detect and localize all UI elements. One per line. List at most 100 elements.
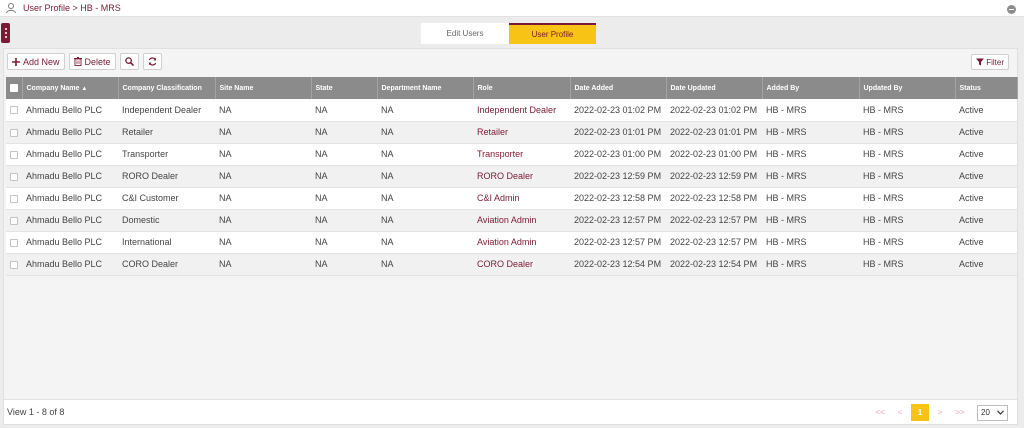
company-name-cell: Ahmadu Bello PLC [22, 121, 118, 144]
table-row[interactable]: Ahmadu Bello PLC International NA NA NA Aviat… [6, 231, 1017, 254]
added-by-cell: HB - MRS [762, 99, 859, 122]
current-page[interactable]: 1 [911, 404, 929, 421]
role-cell[interactable]: CORO Dealer [473, 253, 570, 276]
column-label: Role [477, 84, 493, 92]
company-name-cell: Ahmadu Bello PLC [22, 99, 118, 122]
date-updated-cell: 2022-02-23 12:57 PM [666, 209, 762, 232]
row-select-cell [6, 253, 22, 276]
filter-button[interactable]: Filter [971, 54, 1009, 70]
table-row[interactable]: Ahmadu Bello PLC Transporter NA NA NA Transpo… [6, 143, 1017, 166]
company-classification-cell: CORO Dealer [118, 253, 215, 276]
company-name-cell: Ahmadu Bello PLC [22, 143, 118, 166]
chevron-down-icon [997, 410, 1004, 415]
refresh-button[interactable] [142, 53, 162, 70]
plus-icon [12, 57, 20, 66]
column-header-role[interactable]: Role [473, 77, 571, 99]
last-page-button[interactable]: >> [951, 404, 969, 421]
added-by-cell: HB - MRS [762, 143, 859, 166]
page-size-select[interactable]: 20 [977, 404, 1008, 421]
column-header-state[interactable]: State [311, 77, 378, 99]
company-classification-cell: International [118, 231, 215, 254]
table-row[interactable]: Ahmadu Bello PLC Retailer NA NA NA Retailer 20… [6, 121, 1017, 144]
search-button[interactable] [119, 53, 139, 70]
user-profile-table: Company Name ▲ Company Classification Sit… [6, 77, 1018, 276]
site-name-cell: NA [215, 165, 311, 188]
table-row[interactable]: Ahmadu Bello PLC Domestic NA NA NA Aviation A… [6, 209, 1017, 232]
status-cell: Active [955, 253, 1017, 276]
role-cell[interactable]: Retailer [473, 121, 570, 144]
user-profile-icon [4, 2, 18, 14]
date-added-cell: 2022-02-23 12:59 PM [570, 165, 666, 188]
role-cell[interactable]: RORO Dealer [473, 165, 570, 188]
grid-toolbar: Add New Delete [7, 53, 162, 70]
site-name-cell: NA [215, 231, 311, 254]
pager: << < 1 > >> 20 [871, 404, 1008, 421]
role-cell[interactable]: Transporter [473, 143, 570, 166]
row-checkbox[interactable] [10, 172, 18, 181]
row-checkbox[interactable] [10, 150, 18, 159]
updated-by-cell: HB - MRS [859, 253, 955, 276]
department-name-cell: NA [377, 209, 473, 232]
date-added-cell: 2022-02-23 12:57 PM [570, 209, 666, 232]
tab-user-profile[interactable]: User Profile [509, 23, 596, 44]
row-checkbox[interactable] [10, 194, 18, 203]
table-row[interactable]: Ahmadu Bello PLC C&I Customer NA NA NA C&I Ad… [6, 187, 1017, 210]
table-row[interactable]: Ahmadu Bello PLC CORO Dealer NA NA NA CORO De… [6, 253, 1017, 276]
column-label: Added By [766, 84, 800, 92]
delete-button[interactable]: Delete [68, 53, 116, 70]
department-name-cell: NA [377, 143, 473, 166]
row-checkbox[interactable] [10, 128, 18, 137]
minus-circle-icon[interactable] [1007, 5, 1016, 14]
role-cell[interactable]: Aviation Admin [473, 231, 570, 254]
column-header-added-by[interactable]: Added By [762, 77, 860, 99]
role-cell[interactable]: Aviation Admin [473, 209, 570, 232]
updated-by-cell: HB - MRS [859, 165, 955, 188]
site-name-cell: NA [215, 121, 311, 144]
site-name-cell: NA [215, 253, 311, 276]
breadcrumb[interactable]: User Profile > HB - MRS [23, 3, 121, 13]
column-label: Company Classification [122, 84, 202, 92]
sort-up-icon: ▲ [81, 85, 88, 92]
next-page-button[interactable]: > [931, 404, 949, 421]
column-header-department-name[interactable]: Department Name [377, 77, 474, 99]
column-header-company-name[interactable]: Company Name ▲ [22, 77, 119, 99]
state-cell: NA [311, 99, 377, 122]
site-name-cell: NA [215, 187, 311, 210]
department-name-cell: NA [377, 121, 473, 144]
column-header-date-updated[interactable]: Date Updated [666, 77, 763, 99]
tab-edit-users[interactable]: Edit Users [421, 23, 509, 44]
row-checkbox[interactable] [10, 216, 18, 225]
row-select-cell [6, 143, 22, 166]
add-new-button[interactable]: Add New [7, 53, 65, 70]
table-row[interactable]: Ahmadu Bello PLC RORO Dealer NA NA NA RORO De… [6, 165, 1017, 188]
select-all-checkbox[interactable] [10, 84, 18, 92]
role-cell[interactable]: C&I Admin [473, 187, 570, 210]
added-by-cell: HB - MRS [762, 253, 859, 276]
row-select-cell [6, 231, 22, 254]
column-header-company-classification[interactable]: Company Classification [118, 77, 216, 99]
company-name-cell: Ahmadu Bello PLC [22, 253, 118, 276]
prev-page-button[interactable]: < [891, 404, 909, 421]
status-cell: Active [955, 231, 1017, 254]
department-name-cell: NA [377, 99, 473, 122]
table-row[interactable]: Ahmadu Bello PLC Independent Dealer NA NA NA… [6, 99, 1017, 122]
company-name-cell: Ahmadu Bello PLC [22, 231, 118, 254]
grid-panel: Add New Delete Filter Company Name ▲ Comp… [3, 48, 1018, 425]
state-cell: NA [311, 143, 377, 166]
column-header-status[interactable]: Status [955, 77, 1018, 99]
side-menu-toggle[interactable] [1, 23, 10, 43]
first-page-button[interactable]: << [871, 404, 889, 421]
date-updated-cell: 2022-02-23 01:01 PM [666, 121, 762, 144]
row-checkbox[interactable] [10, 260, 18, 269]
row-checkbox[interactable] [10, 106, 18, 115]
column-header-site-name[interactable]: Site Name [215, 77, 312, 99]
role-cell[interactable]: Independent Dealer [473, 99, 570, 122]
row-checkbox[interactable] [10, 238, 18, 247]
column-label: Updated By [863, 84, 903, 92]
company-classification-cell: Transporter [118, 143, 215, 166]
state-cell: NA [311, 253, 377, 276]
table-header-row: Company Name ▲ Company Classification Sit… [6, 77, 1018, 99]
date-updated-cell: 2022-02-23 01:02 PM [666, 99, 762, 122]
column-header-updated-by[interactable]: Updated By [859, 77, 956, 99]
column-header-date-added[interactable]: Date Added [570, 77, 667, 99]
